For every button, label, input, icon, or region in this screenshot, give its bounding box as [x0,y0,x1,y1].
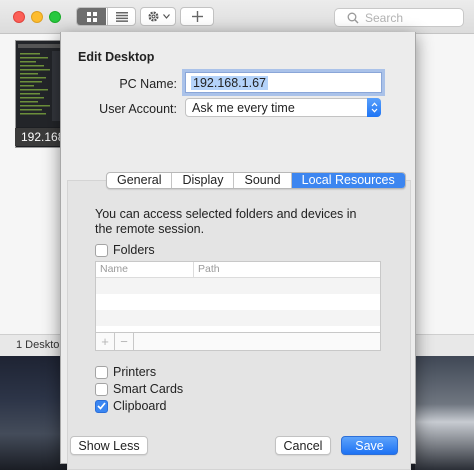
table-row [96,294,380,310]
tab-bar: General Display Sound Local Resources [106,172,406,189]
folders-table-header: Name Path [96,262,380,278]
pc-name-label: PC Name: [119,77,177,91]
plus-icon [191,11,203,22]
column-header-path[interactable]: Path [194,262,220,277]
printers-label: Printers [113,365,157,379]
save-button[interactable]: Save [341,436,398,455]
desktop-thumbnail-label: 192.168.1.67 [15,128,65,146]
printers-checkbox-row[interactable]: Printers [95,365,156,379]
edit-desktop-sheet: Edit Desktop PC Name: 192.168.1.67 User … [60,32,416,470]
close-window-button[interactable] [13,11,25,23]
smartcards-checkbox-row[interactable]: Smart Cards [95,382,183,396]
folders-checkbox-row[interactable]: Folders [95,243,155,257]
tab-local-resources[interactable]: Local Resources [291,173,405,188]
search-icon [347,12,359,24]
column-header-name[interactable]: Name [96,262,194,277]
minimize-window-button[interactable] [31,11,43,23]
list-view-icon [116,11,128,22]
tab-sound[interactable]: Sound [234,173,292,188]
pc-name-value: 192.168.1.67 [191,75,268,90]
printers-checkbox[interactable] [95,365,108,379]
table-row [96,310,380,326]
clipboard-checkbox[interactable] [95,399,108,413]
view-mode-segmented-control [76,7,136,26]
search-field[interactable]: Search [334,8,464,27]
action-menu-button[interactable] [140,7,176,26]
user-account-label: User Account: [99,102,177,116]
chevron-down-icon [162,14,170,19]
zoom-window-button[interactable] [49,11,61,23]
desktop-wallpaper-right [415,350,474,470]
checkmark-icon [97,402,106,410]
cancel-button[interactable]: Cancel [275,436,331,455]
folders-table: Name Path + − [95,261,381,351]
thumbnail-preview-image [16,41,64,127]
local-resources-description: You can access selected folders and devi… [95,207,357,236]
clipboard-checkbox-row[interactable]: Clipboard [95,399,167,413]
clipboard-label: Clipboard [113,399,167,413]
table-row [96,278,380,294]
grid-view-icon [86,11,97,22]
user-account-value: Ask me every time [192,100,295,115]
toolbar: Search [0,0,474,34]
show-less-button[interactable]: Show Less [70,436,148,455]
folders-table-footer: + − [96,332,380,350]
smartcards-checkbox[interactable] [95,382,108,396]
add-desktop-button[interactable] [180,7,214,26]
folders-checkbox[interactable] [95,243,108,257]
search-placeholder: Search [365,10,404,25]
list-view-button[interactable] [107,8,136,25]
select-arrows-icon [367,98,381,117]
folders-label: Folders [113,243,155,257]
add-folder-button[interactable]: + [96,333,115,350]
tab-display[interactable]: Display [172,173,235,188]
remove-folder-button[interactable]: − [115,333,134,350]
smartcards-label: Smart Cards [113,382,184,396]
user-account-select[interactable]: Ask me every time [185,98,381,117]
pc-name-input[interactable]: 192.168.1.67 [185,72,382,93]
gear-icon [147,11,159,22]
sheet-title: Edit Desktop [78,50,155,64]
grid-view-button[interactable] [77,8,106,25]
tab-general[interactable]: General [107,173,173,188]
